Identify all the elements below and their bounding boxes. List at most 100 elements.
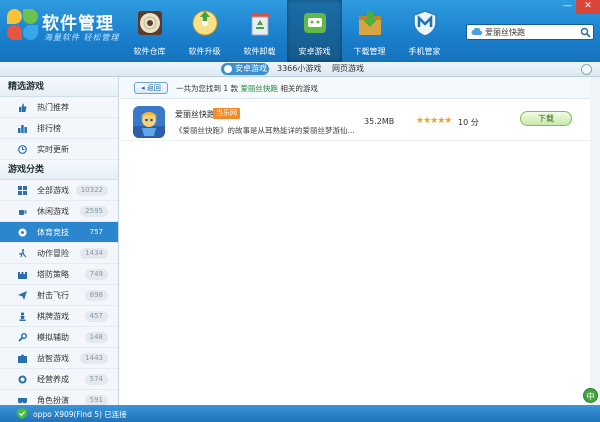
category-count: 591 xyxy=(84,395,108,405)
puzzle-icon xyxy=(18,354,27,363)
castle-icon xyxy=(18,272,27,279)
search-icon[interactable] xyxy=(580,27,591,38)
nav-software-store[interactable]: 软件仓库 xyxy=(122,0,177,62)
category-count: 457 xyxy=(84,311,108,322)
thumbs-up-icon xyxy=(19,103,27,112)
sidebar-item-label: 体育竞技 xyxy=(37,228,69,237)
back-button[interactable]: ◂ 返回 xyxy=(134,82,168,94)
refresh-icon[interactable] xyxy=(581,64,592,75)
sidebar-item-label: 角色扮演 xyxy=(37,396,69,405)
chess-icon xyxy=(19,312,26,321)
sidebar-item-chess[interactable]: 棋牌游戏 457 xyxy=(0,306,118,327)
result-bar: ◂ 返回 一共为您找到 1 款 爱丽丝快跑 相关的游戏 xyxy=(120,77,600,99)
sub-tab-bar: 安卓游戏 3366小游戏 网页游戏 xyxy=(0,62,600,77)
tab-web-games[interactable]: 网页游戏 xyxy=(332,63,364,75)
mask-icon xyxy=(18,398,27,404)
sidebar-item-label: 全部游戏 xyxy=(37,186,69,195)
nav-phone-manager[interactable]: 手机管家 xyxy=(397,0,452,62)
rating-score: 10 分 xyxy=(458,118,479,127)
search-box xyxy=(466,24,594,40)
grid-icon xyxy=(18,186,27,195)
sidebar-item-management[interactable]: 经营养成 574 xyxy=(0,369,118,390)
download-button[interactable]: 下载 xyxy=(520,111,572,126)
category-count: 10322 xyxy=(75,185,108,196)
close-button[interactable]: ✕ xyxy=(576,0,600,14)
header: 软件管理 海量软件 轻松管理 软件仓库 软件升级 软件卸载 安卓游戏 下载管理 … xyxy=(0,0,600,62)
sidebar-item-ranking[interactable]: 排行榜 xyxy=(0,118,118,139)
section-title-featured: 精选游戏 xyxy=(0,77,118,97)
running-icon xyxy=(19,249,27,258)
nav-label: 手机管家 xyxy=(408,47,441,56)
nav-label: 软件仓库 xyxy=(133,47,166,56)
category-count: 1443 xyxy=(80,353,108,364)
result-keyword: 爱丽丝快跑 xyxy=(240,84,278,93)
clock-icon xyxy=(18,145,27,154)
minimize-button[interactable]: — xyxy=(559,0,576,14)
sidebar-item-label: 棋牌游戏 xyxy=(37,312,69,321)
sidebar-item-all[interactable]: 全部游戏 10322 xyxy=(0,180,118,201)
sidebar-item-updates[interactable]: 实时更新 xyxy=(0,139,118,160)
connection-status: oppo X909(Find 5) 已连接 xyxy=(33,410,127,419)
sidebar-item-label: 休闲游戏 xyxy=(37,207,69,216)
app-description: 《爱丽丝快跑》的故事是从耳熟能详的爱丽丝梦游仙... xyxy=(175,126,355,135)
nav-software-uninstall[interactable]: 软件卸载 xyxy=(232,0,287,62)
game-thumbnail-icon[interactable] xyxy=(133,106,165,138)
coffee-icon xyxy=(19,210,27,215)
nav-software-upgrade[interactable]: 软件升级 xyxy=(177,0,232,62)
back-label: 返回 xyxy=(146,84,161,92)
upgrade-disc-icon xyxy=(192,10,218,36)
rating-stars: ★★★★★ xyxy=(416,116,452,126)
tab-android-games[interactable]: 安卓游戏 xyxy=(221,63,269,75)
tab-3366-games[interactable]: 3366小游戏 xyxy=(277,63,321,75)
download-box-icon xyxy=(359,11,381,35)
app-name[interactable]: 爱丽丝快跑 xyxy=(175,109,215,120)
nav-label: 安卓游戏 xyxy=(298,47,331,56)
scrollbar[interactable] xyxy=(590,77,600,405)
sidebar-item-rpg[interactable]: 角色扮演 591 xyxy=(0,390,118,405)
main-nav: 软件仓库 软件升级 软件卸载 安卓游戏 下载管理 手机管家 xyxy=(122,0,452,62)
sidebar-item-simulation[interactable]: 模拟辅助 148 xyxy=(0,327,118,348)
sidebar-item-action[interactable]: 动作冒险 1434 xyxy=(0,243,118,264)
recycle-bin-icon xyxy=(251,13,269,36)
category-count: 757 xyxy=(89,228,103,236)
sidebar-item-label: 射击飞行 xyxy=(37,291,69,300)
nav-label: 软件升级 xyxy=(188,47,221,56)
app-list-item[interactable]: 爱丽丝快跑 当乐网 《爱丽丝快跑》的故事是从耳熟能详的爱丽丝梦游仙... 35.… xyxy=(120,105,600,141)
search-input[interactable] xyxy=(485,26,573,39)
android-dot-icon xyxy=(224,65,232,73)
window-controls: — ✕ xyxy=(559,0,600,14)
sidebar-item-strategy[interactable]: 塔防策略 749 xyxy=(0,264,118,285)
nav-download-manager[interactable]: 下载管理 xyxy=(342,0,397,62)
sidebar-item-label: 经营养成 xyxy=(37,375,69,384)
category-count: 2595 xyxy=(80,206,108,217)
tab-label: 安卓游戏 xyxy=(235,64,267,73)
ball-icon xyxy=(18,228,27,237)
plane-icon xyxy=(18,291,27,300)
sidebar-item-hot[interactable]: 热门推荐 xyxy=(0,97,118,118)
sidebar-item-label: 实时更新 xyxy=(37,145,69,154)
nav-label: 软件卸载 xyxy=(243,47,276,56)
section-title-categories: 游戏分类 xyxy=(0,160,118,180)
nav-android-games[interactable]: 安卓游戏 xyxy=(287,0,342,62)
result-suffix: 相关的游戏 xyxy=(280,84,318,93)
sidebar-item-label: 模拟辅助 xyxy=(37,333,69,342)
ime-indicator[interactable]: 中 xyxy=(583,388,598,403)
app-size: 35.2MB xyxy=(364,117,395,126)
sidebar-item-casual[interactable]: 休闲游戏 2595 xyxy=(0,201,118,222)
source-badge: 当乐网 xyxy=(213,108,240,119)
category-count: 1434 xyxy=(80,248,108,259)
sidebar-item-sports[interactable]: 体育竞技 757 xyxy=(0,222,118,243)
ranking-icon xyxy=(18,125,27,133)
disc-icon xyxy=(138,11,162,35)
sidebar-item-label: 塔防策略 xyxy=(37,270,69,279)
sidebar-item-label: 益智游戏 xyxy=(37,354,69,363)
sidebar-item-shooting[interactable]: 射击飞行 898 xyxy=(0,285,118,306)
category-count: 898 xyxy=(84,290,108,301)
sidebar-item-puzzle[interactable]: 益智游戏 1443 xyxy=(0,348,118,369)
sidebar-item-label: 排行榜 xyxy=(37,124,61,133)
nav-label: 下载管理 xyxy=(353,47,386,56)
shield-icon xyxy=(413,10,437,37)
category-count: 574 xyxy=(84,374,108,385)
app-slogan: 海量软件 轻松管理 xyxy=(44,33,120,42)
wrench-icon xyxy=(18,333,27,342)
